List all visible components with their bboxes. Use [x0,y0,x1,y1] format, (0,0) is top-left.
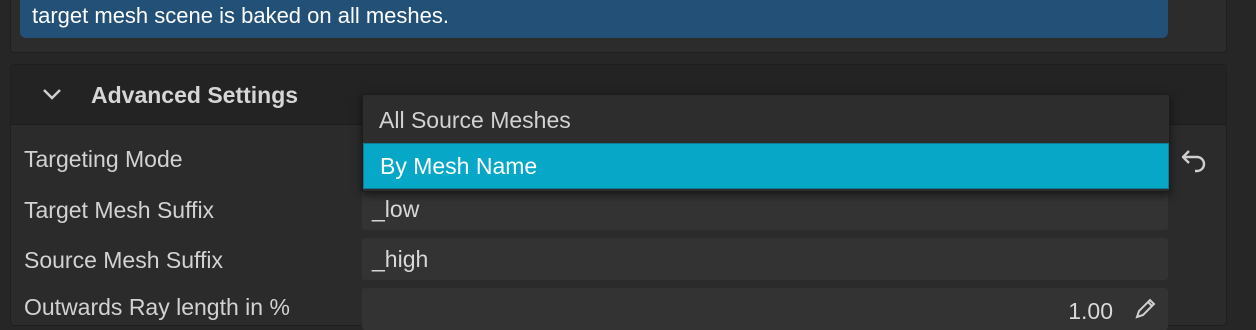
target-mesh-suffix-field[interactable]: _low [362,188,1168,230]
dropdown-option-all-source-meshes[interactable]: All Source Meshes [363,97,1169,143]
dropdown-option-by-mesh-name[interactable]: By Mesh Name [363,143,1169,189]
chevron-down-icon[interactable] [41,83,63,105]
pencil-icon[interactable] [1132,296,1158,322]
info-banner: target mesh scene is baked on all meshes… [20,0,1168,38]
source-mesh-suffix-field[interactable]: _high [362,238,1168,280]
outwards-ray-length-field[interactable]: 1.00 [362,288,1168,330]
target-mesh-suffix-value: _low [372,196,420,222]
info-banner-text: target mesh scene is baked on all meshes… [32,3,450,28]
reset-icon[interactable] [1180,145,1208,173]
source-mesh-suffix-label: Source Mesh Suffix [24,247,224,273]
targeting-mode-label: Targeting Mode [24,146,183,172]
outwards-ray-length-label: Outwards Ray length in % [24,294,290,320]
target-mesh-suffix-label: Target Mesh Suffix [24,197,215,223]
targeting-mode-dropdown[interactable]: All Source Meshes By Mesh Name [362,94,1170,192]
panel-title: Advanced Settings [91,82,299,108]
source-mesh-suffix-value: _high [372,246,429,272]
